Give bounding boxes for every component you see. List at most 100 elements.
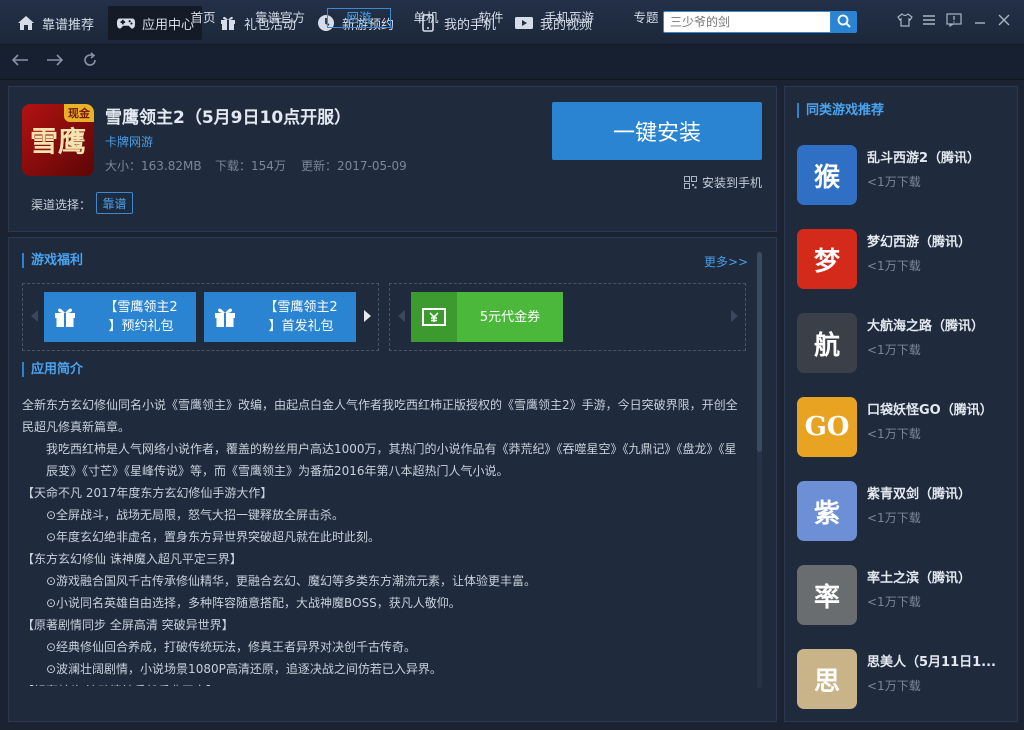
gift-card-line1: 【雪鹰领主2 <box>104 300 178 315</box>
intro-text: 全新东方玄幻修仙同名小说《雪鹰领主》改编，由起点白金人气作者我吃西红柿正版授权的… <box>22 394 746 702</box>
channel-option[interactable]: 靠谱 <box>96 192 133 214</box>
intro-line: 【天命不凡 2017年度东方玄幻修仙手游大作】 <box>22 486 273 500</box>
subnav-tab-software[interactable]: 软件 <box>471 8 511 28</box>
game-name[interactable]: 紫青双剑（腾讯） <box>867 483 1007 502</box>
refresh-button[interactable] <box>80 51 100 71</box>
app-category[interactable]: 卡牌网游 <box>105 133 153 150</box>
feedback-button[interactable] <box>945 12 963 30</box>
app-icon-badge: 现金 <box>64 104 94 122</box>
sub-nav-bar <box>0 45 1024 80</box>
close-icon <box>997 13 1011 30</box>
recommend-heading: 同类游戏推荐 <box>797 103 884 118</box>
game-icon[interactable]: GO <box>797 397 857 457</box>
game-downloads: <1万下载 <box>867 175 921 189</box>
gift-card-line2: 】首发礼包 <box>268 319 334 334</box>
minimize-button[interactable] <box>971 12 989 30</box>
recommend-item[interactable]: 紫紫青双剑（腾讯） <1万下载 <box>797 481 1017 543</box>
app-icon-text: 雪鹰 <box>29 125 86 158</box>
game-icon[interactable]: 航 <box>797 313 857 373</box>
recommend-item[interactable]: 思思美人（5月11日1... <1万下载 <box>797 649 1017 711</box>
intro-line: 【原著剧情同步 全屏高清 突破异世界】 <box>22 618 234 632</box>
app-downloads: 下载：154万 <box>215 159 286 173</box>
coupon-next-button[interactable] <box>728 309 740 325</box>
intro-line: ⊙波澜壮阔剧情，小说场景1080P高清还原，追逐决战之间仿若已入异界。 <box>46 662 442 676</box>
menu-button[interactable] <box>920 12 938 30</box>
skin-button[interactable] <box>896 12 914 30</box>
menu-icon <box>922 14 936 29</box>
recommend-item[interactable]: 猴乱斗西游2（腾讯） <1万下载 <box>797 145 1017 207</box>
gift-icon <box>204 292 246 342</box>
intro-line: ⊙小说同名英雄自由选择，多种阵容随意搭配，大战神魔BOSS，获凡人敬仰。 <box>46 596 461 610</box>
subnav-tab-topics[interactable]: 专题 <box>626 8 666 28</box>
coupon-prev-button[interactable] <box>395 309 407 325</box>
game-downloads: <1万下载 <box>867 343 921 357</box>
gift-prev-button[interactable] <box>28 309 40 325</box>
coupon-card[interactable]: 5元代金券 <box>411 292 563 342</box>
game-name[interactable]: 梦幻西游（腾讯） <box>867 231 1007 250</box>
gift-next-button[interactable] <box>361 309 373 325</box>
scrollbar-thumb[interactable] <box>757 252 762 452</box>
game-name[interactable]: 率土之滨（腾讯） <box>867 567 1007 586</box>
subnav-tab-web-games[interactable]: 手机页游 <box>538 8 600 28</box>
gift-card-launch[interactable]: 【雪鹰领主2 】首发礼包 <box>204 292 356 342</box>
gamepad-icon <box>116 13 136 33</box>
refresh-icon <box>82 51 98 71</box>
search-input[interactable] <box>663 11 831 33</box>
intro-line: 全新东方玄幻修仙同名小说《雪鹰领主》改编，由起点白金人气作者我吃西红柿正版授权的… <box>22 398 738 434</box>
search-button[interactable] <box>831 11 857 33</box>
game-icon[interactable]: 紫 <box>797 481 857 541</box>
gift-card-preorder[interactable]: 【雪鹰领主2 】预约礼包 <box>44 292 196 342</box>
intro-line: ⊙经典修仙回合养成，打破传统玩法，修真王者异界对决创千古传奇。 <box>46 640 417 654</box>
intro-line: ⊙年度玄幻绝非虚名，置身东方异世界突破超凡就在此时此刻。 <box>46 530 381 544</box>
triangle-left-icon <box>397 309 405 325</box>
gift-card-line2: 】预约礼包 <box>108 319 174 334</box>
subnav-tab-online[interactable]: 网游 <box>327 8 391 28</box>
back-button[interactable] <box>10 51 30 71</box>
minimize-icon <box>973 13 987 30</box>
subnav-tab-home[interactable]: 首页 <box>183 8 223 28</box>
triangle-right-icon <box>363 309 371 325</box>
install-to-phone-label: 安装到手机 <box>702 176 763 190</box>
recommend-item[interactable]: 梦梦幻西游（腾讯） <1万下载 <box>797 229 1017 291</box>
intro-clip <box>9 686 755 720</box>
search-icon <box>837 14 851 31</box>
game-downloads: <1万下载 <box>867 679 921 693</box>
arrow-left-icon <box>11 53 29 70</box>
game-name[interactable]: 思美人（5月11日1... <box>867 651 1007 670</box>
feedback-icon <box>946 12 962 30</box>
triangle-right-icon <box>730 309 738 325</box>
game-name[interactable]: 乱斗西游2（腾讯） <box>867 147 1007 166</box>
game-icon[interactable]: 猴 <box>797 145 857 205</box>
app-icon: 雪鹰 现金 <box>22 104 94 176</box>
arrow-right-icon <box>46 53 64 70</box>
game-icon[interactable]: 思 <box>797 649 857 709</box>
gift-card-line1: 【雪鹰领主2 <box>264 300 338 315</box>
intro-heading: 应用简介 <box>22 362 83 377</box>
game-icon[interactable]: 率 <box>797 565 857 625</box>
close-button[interactable] <box>995 12 1013 30</box>
gift-icon <box>44 292 86 342</box>
coupon-label: 5元代金券 <box>479 309 541 325</box>
install-to-phone-link[interactable]: 安装到手机 <box>684 174 762 191</box>
app-title: 雪鹰领主2（5月9日10点开服） <box>105 108 352 128</box>
game-name[interactable]: 口袋妖怪GO（腾讯） <box>867 399 1007 418</box>
game-downloads: <1万下载 <box>867 427 921 441</box>
game-name[interactable]: 大航海之路（腾讯） <box>867 315 1007 334</box>
home-icon <box>16 13 36 33</box>
shirt-icon <box>897 12 913 30</box>
welfare-more-link[interactable]: 更多>> <box>704 253 748 270</box>
recommend-item[interactable]: 航大航海之路（腾讯） <1万下载 <box>797 313 1017 375</box>
one-click-install-button[interactable]: 一键安装 <box>552 102 762 160</box>
nav-tab-recommend[interactable]: 靠谱推荐 <box>16 6 96 40</box>
triangle-left-icon <box>30 309 38 325</box>
game-icon[interactable]: 梦 <box>797 229 857 289</box>
intro-line: 【东方玄幻修仙 诛神魔入超凡平定三界】 <box>22 552 242 566</box>
nav-tab-label: 靠谱推荐 <box>42 17 95 33</box>
recommend-item[interactable]: GO 口袋妖怪GO（腾讯） <1万下载 <box>797 397 1017 459</box>
recommend-item[interactable]: 率率土之滨（腾讯） <1万下载 <box>797 565 1017 627</box>
subnav-tab-official[interactable]: 靠谱官方 <box>250 8 310 28</box>
intro-line: ⊙游戏融合国风千古传承修仙精华，更融合玄幻、魔幻等多类东方潮流元素，让体验更丰富… <box>46 574 537 588</box>
subnav-tab-single[interactable]: 单机 <box>406 8 446 28</box>
forward-button[interactable] <box>45 51 65 71</box>
coupon-icon <box>411 292 457 342</box>
